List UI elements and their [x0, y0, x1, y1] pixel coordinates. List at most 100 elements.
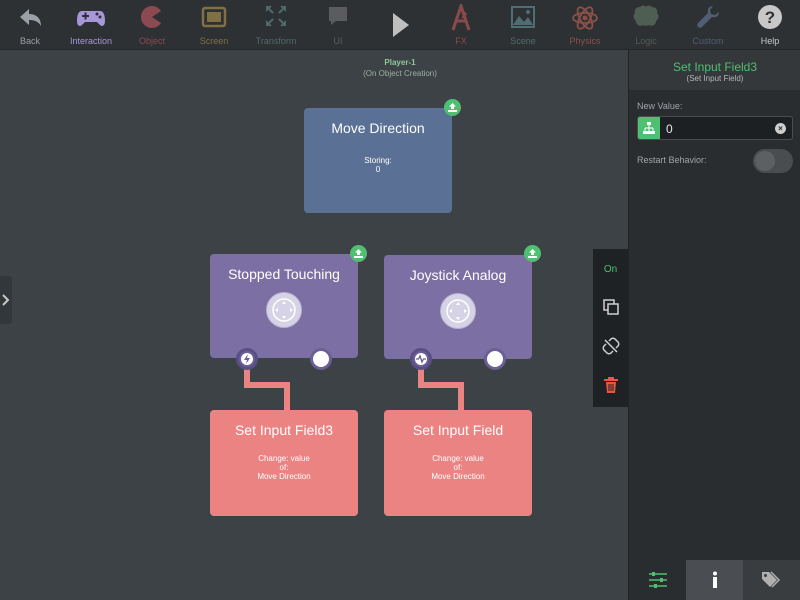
- logic-button[interactable]: Logic: [616, 0, 676, 50]
- delete-button[interactable]: [593, 376, 628, 399]
- help-button[interactable]: ? Help: [740, 0, 800, 50]
- node-info-line: Storing:: [364, 156, 392, 165]
- pulse-icon: [415, 353, 427, 365]
- node-title: Stopped Touching: [228, 266, 340, 282]
- tab-tags[interactable]: [743, 560, 800, 600]
- upload-icon: [448, 103, 457, 112]
- tab-settings[interactable]: [629, 560, 686, 600]
- svg-text:?: ?: [765, 8, 775, 27]
- object-label: Object: [138, 36, 165, 46]
- brain-icon: [633, 5, 659, 26]
- analog-output-port[interactable]: [410, 348, 432, 370]
- node-title: Move Direction: [331, 120, 425, 136]
- fx-button[interactable]: FX: [431, 0, 491, 50]
- duplicate-icon: [602, 299, 619, 315]
- ui-bubble-icon: [329, 7, 347, 25]
- pacman-icon: [141, 6, 161, 28]
- joystick-sensor-icon: [440, 293, 476, 329]
- stopped-touching-node[interactable]: Stopped Touching: [210, 254, 358, 358]
- transform-button[interactable]: Transform: [246, 0, 306, 50]
- restart-behavior-toggle[interactable]: [753, 149, 793, 173]
- clear-icon[interactable]: ×: [775, 123, 786, 134]
- node-title: Set Input Field: [412, 422, 504, 438]
- interaction-button[interactable]: Interaction: [61, 0, 121, 50]
- physics-button[interactable]: Physics: [555, 0, 615, 50]
- fx-label: FX: [455, 36, 467, 46]
- chevron-right-icon: [2, 294, 10, 306]
- atom-icon: [572, 6, 598, 30]
- toggle-knob: [755, 151, 775, 171]
- unlink-icon: [602, 337, 619, 355]
- play-button[interactable]: [370, 0, 430, 50]
- custom-button[interactable]: Custom: [678, 0, 738, 50]
- fx-icon: [451, 4, 471, 31]
- output-port[interactable]: [310, 348, 332, 370]
- new-value-input[interactable]: 0 ×: [637, 116, 793, 140]
- physics-label: Physics: [569, 36, 601, 46]
- upload-icon: [354, 249, 363, 258]
- screen-button[interactable]: Screen: [184, 0, 244, 50]
- node-info-line: Change: value: [432, 454, 484, 463]
- export-badge[interactable]: [524, 245, 541, 262]
- set-input-field3-node[interactable]: Set Input Field3 Change: value of: Move …: [210, 410, 358, 516]
- new-value-text: 0: [666, 122, 673, 136]
- ui-button[interactable]: UI: [308, 0, 368, 50]
- panel-title: Set Input Field3: [672, 60, 758, 74]
- back-button[interactable]: Back: [0, 0, 60, 50]
- object-event: (On Object Creation): [363, 69, 437, 78]
- trash-icon: [603, 377, 618, 393]
- move-direction-node[interactable]: Move Direction Storing: 0: [304, 108, 452, 213]
- sliders-icon: [648, 572, 667, 588]
- gamepad-icon: [77, 11, 105, 26]
- set-input-field-node[interactable]: Set Input Field Change: value of: Move D…: [384, 410, 532, 516]
- node-title: Set Input Field3: [234, 422, 334, 438]
- top-toolbar: Back Interaction Object Screen Transform: [0, 0, 800, 50]
- scene-icon: [511, 6, 535, 28]
- transform-icon: [266, 6, 286, 26]
- transform-label: Transform: [255, 36, 297, 46]
- expand-sidebar-tab[interactable]: [0, 276, 12, 324]
- object-button[interactable]: Object: [122, 0, 182, 50]
- wrench-icon: [697, 6, 719, 28]
- node-context-menu: On: [593, 249, 628, 407]
- hierarchy-icon: [643, 122, 655, 134]
- duplicate-button[interactable]: [593, 298, 628, 321]
- node-title: Joystick Analog: [409, 267, 507, 283]
- scene-button[interactable]: Scene: [493, 0, 553, 50]
- ui-label: UI: [333, 36, 343, 46]
- info-icon: [712, 571, 717, 588]
- wire-segment: [284, 382, 290, 412]
- wire-segment: [458, 382, 464, 412]
- panel-tabs: [629, 560, 800, 600]
- play-icon: [393, 13, 409, 37]
- panel-subtitle: (Set Input Field): [686, 74, 744, 83]
- tab-info[interactable]: [686, 560, 743, 600]
- unlink-button[interactable]: [593, 337, 628, 360]
- panel-header: Set Input Field3 (Set Input Field): [629, 50, 800, 90]
- joystick-analog-node[interactable]: Joystick Analog: [384, 255, 532, 359]
- node-info-line: of:: [279, 463, 289, 472]
- node-info-line: Move Direction: [257, 472, 311, 481]
- screen-label: Screen: [199, 36, 229, 46]
- logic-label: Logic: [635, 36, 657, 46]
- value-source-button[interactable]: [638, 117, 660, 139]
- node-info-line: Move Direction: [431, 472, 485, 481]
- export-badge[interactable]: [444, 99, 461, 116]
- trigger-output-port[interactable]: [236, 348, 258, 370]
- node-info-line: 0: [375, 165, 381, 174]
- properties-panel: Set Input Field3 (Set Input Field) New V…: [628, 50, 800, 600]
- help-icon: ?: [758, 5, 782, 29]
- restart-behavior-label: Restart Behavior:: [637, 155, 707, 165]
- screen-icon: [201, 6, 227, 28]
- toggle-on-button[interactable]: On: [593, 264, 628, 275]
- interaction-label: Interaction: [69, 36, 113, 46]
- help-label: Help: [760, 36, 780, 46]
- back-label: Back: [19, 36, 40, 46]
- export-badge[interactable]: [350, 245, 367, 262]
- new-value-label: New Value:: [637, 101, 683, 111]
- object-name: Player-1: [384, 58, 416, 67]
- custom-label: Custom: [692, 36, 724, 46]
- upload-icon: [528, 249, 537, 258]
- behavior-canvas[interactable]: Player-1 (On Object Creation) Move Direc…: [0, 50, 628, 600]
- output-port[interactable]: [484, 348, 506, 370]
